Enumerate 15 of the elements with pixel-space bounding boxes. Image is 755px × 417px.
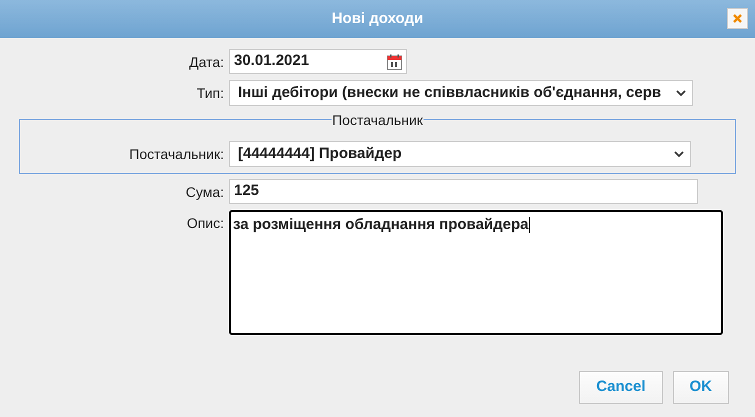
- date-field[interactable]: 30.01.2021: [229, 49, 407, 74]
- input-field[interactable]: 125: [229, 179, 698, 204]
- select-field[interactable]: [44444444] Провайдер: [229, 141, 691, 167]
- field-label: Сума:: [186, 183, 224, 202]
- select-field[interactable]: Інші дебітори (внески не співвласників об'єднання, серв: [229, 80, 693, 106]
- chevron-down-icon: [676, 90, 686, 96]
- field-label: Опис:: [186, 214, 224, 233]
- text-area[interactable]: за розміщення обладнання провайдера: [229, 210, 723, 335]
- chevron-down-icon: [674, 150, 684, 158]
- field-label: Тип:: [196, 84, 224, 103]
- window-title: Нові доходи: [332, 8, 424, 29]
- close-icon: [733, 14, 742, 23]
- calendar-icon[interactable]: [387, 54, 402, 70]
- field-label: Дата:: [189, 53, 224, 72]
- field-label: Постачальник:: [129, 145, 224, 164]
